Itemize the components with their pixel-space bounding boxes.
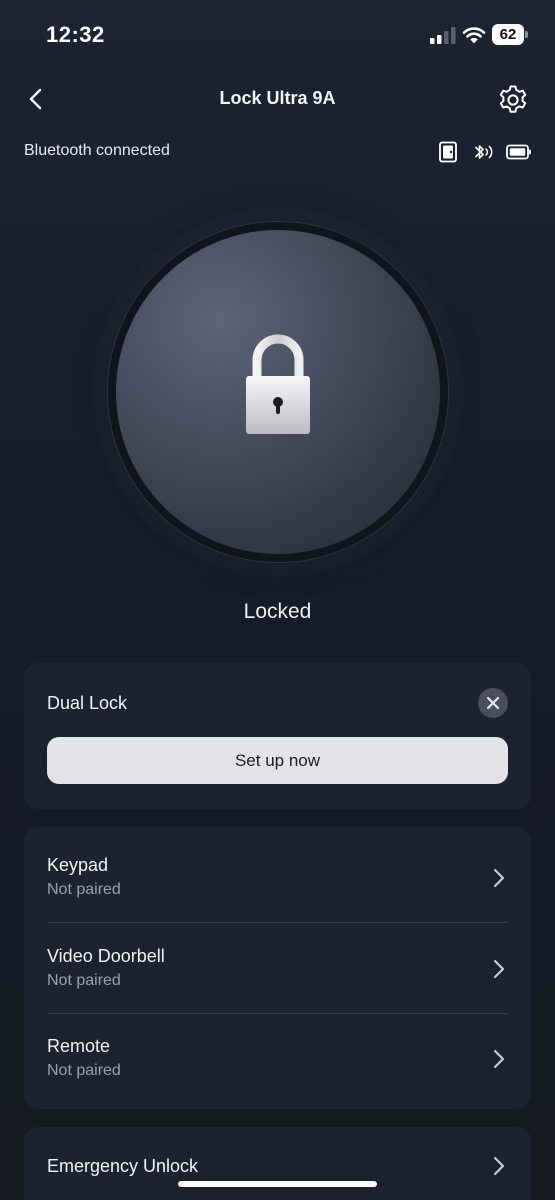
emergency-unlock-label: Emergency Unlock — [47, 1156, 199, 1176]
wifi-icon — [462, 27, 486, 44]
battery-icon — [506, 144, 531, 160]
device-row-video-doorbell[interactable]: Video Doorbell Not paired — [24, 918, 531, 1008]
status-bar: 12:32 62 — [0, 0, 555, 70]
device-status: Not paired — [47, 881, 121, 898]
device-status: Not paired — [47, 972, 121, 989]
chevron-right-icon — [493, 959, 505, 979]
cellular-signal-icon — [430, 27, 456, 44]
battery-status-icon: 62 — [492, 24, 528, 45]
chevron-right-icon — [493, 1049, 505, 1069]
dual-lock-title: Dual Lock — [47, 693, 128, 713]
paired-devices-card: Keypad Not paired Video Doorbell Not pai… — [24, 827, 531, 1109]
settings-gear-icon[interactable] — [496, 83, 530, 117]
emergency-unlock-row[interactable]: Emergency Unlock — [24, 1127, 531, 1200]
dual-lock-card: Dual Lock Set up now — [24, 663, 531, 809]
device-name: Keypad — [47, 855, 109, 875]
setup-now-button[interactable]: Set up now — [47, 737, 508, 784]
close-button[interactable] — [478, 688, 508, 718]
device-name: Remote — [47, 1036, 111, 1056]
device-name: Video Doorbell — [47, 946, 165, 966]
home-indicator[interactable] — [178, 1181, 377, 1187]
device-row-remote[interactable]: Remote Not paired — [24, 1008, 531, 1098]
page-title: Lock Ultra 9A — [219, 88, 336, 108]
device-row-keypad[interactable]: Keypad Not paired — [24, 827, 531, 917]
lock-screen: 12:32 62 Lock Ultra 9A Bluetooth connect… — [0, 0, 555, 1200]
close-icon — [486, 696, 500, 710]
door-icon — [439, 141, 457, 163]
lock-state-label: Locked — [243, 600, 312, 623]
chevron-right-icon — [493, 1156, 505, 1176]
bluetooth-icon — [475, 145, 493, 159]
connection-status: Bluetooth connected — [24, 142, 170, 159]
battery-level: 62 — [492, 24, 524, 45]
status-time: 12:32 — [46, 22, 105, 47]
padlock-icon — [246, 334, 310, 434]
chevron-right-icon — [493, 868, 505, 888]
device-status: Not paired — [47, 1062, 121, 1079]
